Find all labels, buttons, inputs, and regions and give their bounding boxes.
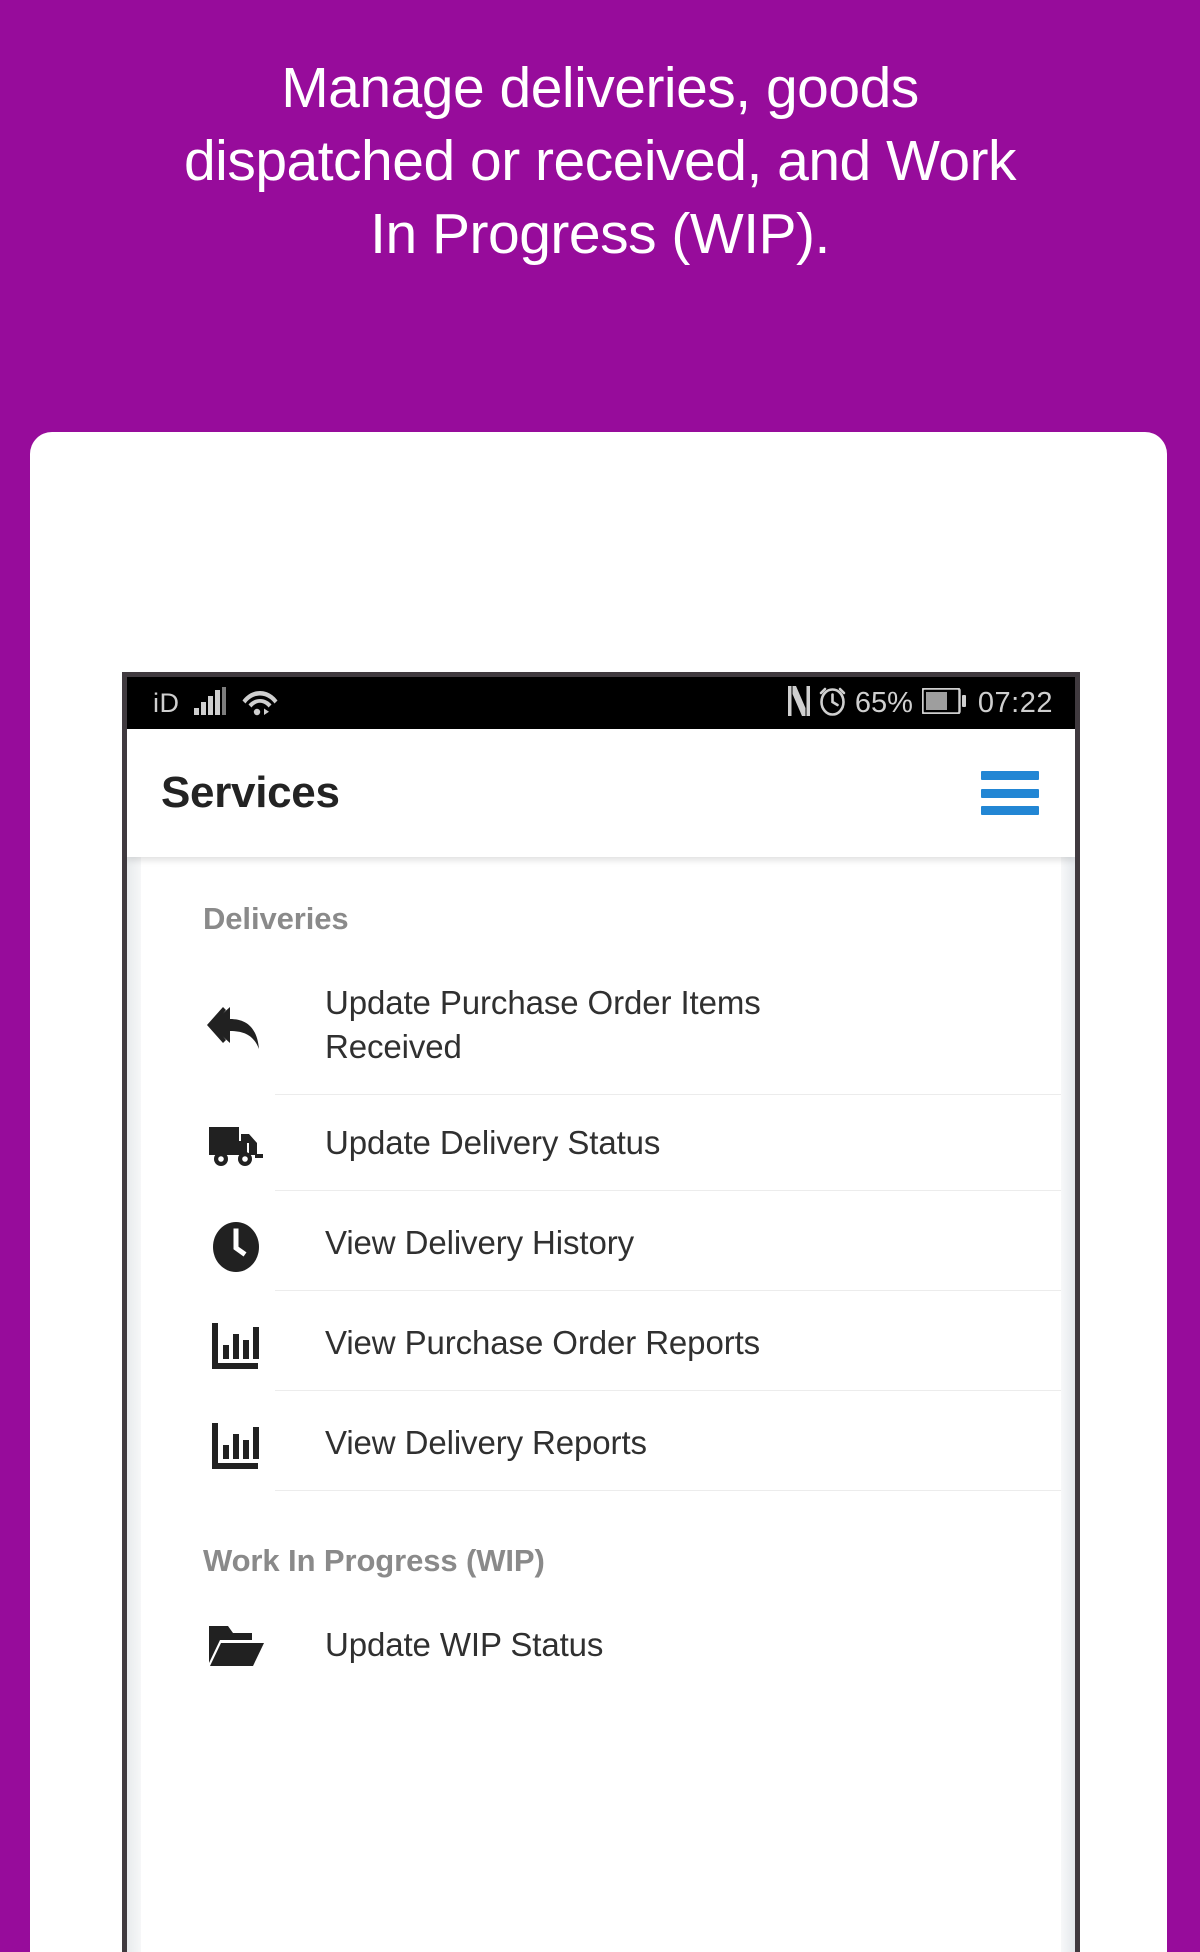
list-item-view-delivery-reports[interactable]: View Delivery Reports [127,1395,1075,1495]
list-item-update-wip-status[interactable]: Update WIP Status [127,1597,1075,1697]
clock-time-label: 07:22 [977,686,1053,719]
list-item-label-line-1: View Delivery History [325,1224,635,1261]
section-header-deliveries: Deliveries [203,901,349,936]
list-item-label: Update Delivery Status [275,1095,1075,1191]
status-bar-right: 65% 07:22 [787,685,1053,721]
list-item-label-line-1: View Delivery Reports [325,1424,647,1461]
alarm-clock-icon [819,686,846,721]
hamburger-bar-1 [981,771,1039,780]
wifi-icon [242,686,278,721]
open-folder-icon [197,1597,275,1669]
services-list-scroll[interactable]: Deliveries Update Purchase Order Items R… [127,857,1075,1952]
list-item-label-line-1: Update Purchase Order Items [325,984,761,1021]
headline-line-2: dispatched or received, and Work [183,129,1017,193]
list-item-label-line-1: View Purchase Order Reports [325,1324,761,1361]
nfc-icon [787,685,810,721]
reply-all-icon [197,955,275,1053]
screenshot-card: iD 65% 07:22 Services Deliveries Update … [30,432,1167,1952]
delivery-truck-icon [197,1095,275,1169]
phone-mockup: iD 65% 07:22 Services Deliveries Update … [122,672,1080,1952]
carrier-label: iD [153,687,180,718]
app-toolbar: Services [127,729,1075,857]
hamburger-menu-icon[interactable] [981,771,1039,815]
list-item-label: View Purchase Order Reports [275,1295,1075,1391]
signal-bars-icon [193,686,228,720]
wip-list: Update WIP Status [127,1597,1075,1697]
headline-line-3: In Progress (WIP). [370,202,830,266]
headline-line-1: Manage deliveries, goods [281,56,919,120]
list-item-label: View Delivery Reports [275,1395,1075,1491]
hamburger-bar-3 [981,806,1039,815]
battery-percent-label: 65% [854,686,913,719]
bar-chart-icon [197,1295,275,1371]
list-item-label-line-1: Update WIP Status [325,1626,604,1663]
list-item-label-line-1: Update Delivery Status [325,1124,661,1161]
scroll-gutter-left [127,857,141,1952]
hamburger-bar-2 [981,788,1039,798]
list-item-label-line-2: Received [325,1028,462,1065]
promo-headline: Manage deliveries, goods dispatched or r… [40,52,1160,271]
deliveries-list: Update Purchase Order Items Received Upd… [127,955,1075,1495]
list-item-label: Update WIP Status [275,1597,1075,1693]
scrollbar-track[interactable] [1061,857,1075,1952]
bar-chart-icon [197,1395,275,1471]
list-item-label: View Delivery History [275,1195,1075,1291]
battery-icon [921,686,966,719]
list-item-update-delivery-status[interactable]: Update Delivery Status [127,1095,1075,1195]
list-item-update-purchase-order-items-received[interactable]: Update Purchase Order Items Received [127,955,1075,1095]
list-item-view-delivery-history[interactable]: View Delivery History [127,1195,1075,1295]
page-title: Services [161,768,340,817]
list-item-label: Update Purchase Order Items Received [275,955,1075,1095]
section-header-work-in-progress: Work In Progress (WIP) [203,1543,545,1578]
list-item-view-purchase-order-reports[interactable]: View Purchase Order Reports [127,1295,1075,1395]
clock-icon [197,1195,275,1273]
status-bar-left: iD [153,686,278,721]
status-bar: iD 65% 07:22 [127,677,1075,729]
